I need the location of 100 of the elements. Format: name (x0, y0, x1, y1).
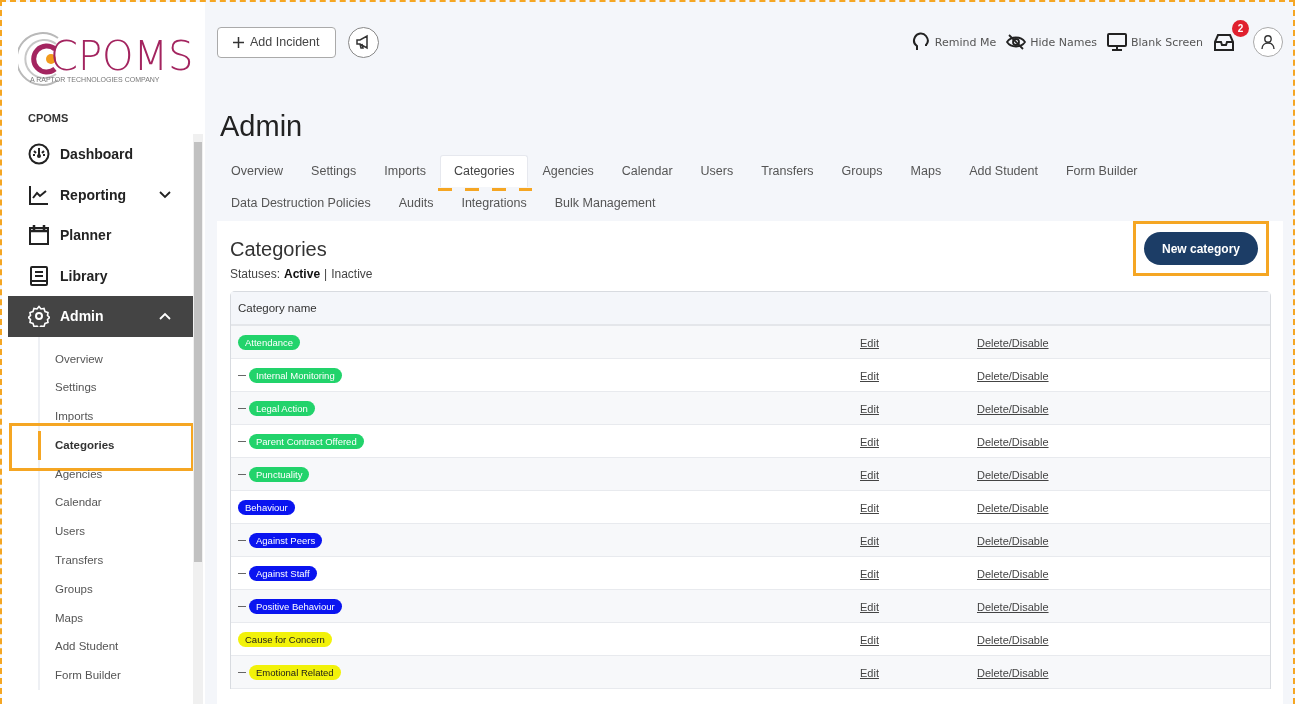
sub-nav-item[interactable]: Overview (40, 344, 193, 374)
indent-dash (238, 407, 246, 409)
sub-nav-item[interactable]: Transfers (40, 546, 193, 575)
tab[interactable]: Groups (827, 155, 897, 187)
delete-disable-link[interactable]: Delete/Disable (977, 436, 1049, 448)
category-tag: Against Staff (249, 565, 317, 581)
tab[interactable]: Categories (439, 155, 529, 187)
header-action[interactable]: Hide Names (1004, 33, 1099, 51)
tab[interactable]: Bulk Management (540, 187, 670, 219)
megaphone-icon (355, 34, 371, 50)
category-tag: Emotional Related (249, 664, 341, 680)
delete-disable-link[interactable]: Delete/Disable (977, 634, 1049, 646)
user-avatar-button[interactable] (1253, 27, 1283, 57)
tab[interactable]: Add Student (955, 155, 1052, 187)
header-action[interactable]: Remind Me (908, 32, 999, 52)
tab[interactable]: Audits (384, 187, 448, 219)
header-action[interactable]: Blank Screen (1105, 33, 1205, 51)
edit-link[interactable]: Edit (860, 436, 879, 448)
tab[interactable]: Form Builder (1051, 155, 1152, 187)
delete-disable-link[interactable]: Delete/Disable (977, 568, 1049, 580)
tab[interactable]: Users (686, 155, 748, 187)
edit-link[interactable]: Edit (860, 337, 879, 349)
nav-item[interactable]: Library (8, 255, 193, 296)
page-title: Admin (220, 110, 304, 143)
indent-dash (238, 473, 246, 475)
monitor-icon (1107, 33, 1127, 51)
category-tag: Parent Contract Offered (249, 433, 364, 449)
edit-link[interactable]: Edit (860, 469, 879, 481)
gear-icon (28, 305, 50, 328)
edit-link[interactable]: Edit (860, 502, 879, 514)
new-category-button[interactable]: New category (1143, 232, 1258, 265)
delete-disable-link[interactable]: Delete/Disable (977, 403, 1049, 415)
tab[interactable]: Maps (896, 155, 956, 187)
sub-nav-item[interactable]: Form Builder (40, 661, 193, 691)
head-icon (910, 32, 931, 52)
tab[interactable]: Settings (297, 155, 371, 187)
nav-item[interactable]: Planner (8, 215, 193, 256)
separator: | (324, 267, 328, 281)
megaphone-button[interactable] (347, 26, 379, 58)
category-tag: Positive Behaviour (249, 598, 342, 614)
category-tag: Legal Action (249, 400, 315, 416)
indent-dash (238, 605, 246, 607)
tab[interactable]: Imports (370, 155, 440, 187)
indent-dash (238, 539, 246, 541)
delete-disable-link[interactable]: Delete/Disable (977, 370, 1049, 382)
indent-dash (238, 374, 246, 376)
category-tag: Against Peers (249, 532, 323, 548)
gauge-icon (28, 143, 50, 166)
statuses-label: Statuses: (230, 267, 281, 281)
category-tag: Cause for Concern (238, 631, 332, 647)
category-tag: Punctuality (249, 466, 310, 482)
category-tag: Internal Monitoring (249, 367, 342, 383)
logo-name: CPOMS (50, 35, 194, 76)
sub-nav-item[interactable]: Imports (40, 402, 193, 431)
sub-nav-item[interactable]: Maps (40, 603, 193, 633)
indent-dash (238, 440, 246, 442)
tab[interactable]: Data Destruction Policies (217, 187, 385, 219)
tab[interactable]: Transfers (747, 155, 828, 187)
edit-link[interactable]: Edit (860, 370, 879, 382)
category-tag: Behaviour (238, 499, 295, 515)
status-filter[interactable]: Active (284, 267, 321, 281)
category-tag: Attendance (238, 334, 301, 350)
edit-link[interactable]: Edit (860, 634, 879, 646)
line-chart-icon (28, 183, 50, 206)
sub-nav-item[interactable]: Users (40, 517, 193, 547)
edit-link[interactable]: Edit (860, 667, 879, 679)
eye-off-icon (1006, 33, 1027, 51)
scrollbar[interactable] (193, 134, 203, 704)
tab[interactable]: Overview (217, 155, 298, 187)
delete-disable-link[interactable]: Delete/Disable (977, 601, 1049, 613)
sub-nav-item[interactable]: Groups (40, 574, 193, 604)
sub-nav-item[interactable]: Agencies (40, 459, 193, 489)
notification-badge: 2 (1232, 20, 1249, 37)
indent-dash (238, 671, 246, 673)
edit-link[interactable]: Edit (860, 403, 879, 415)
calendar-icon (28, 224, 50, 247)
tab[interactable]: Agencies (528, 155, 608, 187)
add-incident-button[interactable]: Add Incident (217, 26, 336, 58)
edit-link[interactable]: Edit (860, 601, 879, 613)
nav-item[interactable]: Admin (8, 296, 193, 337)
nav-item[interactable]: Reporting (8, 174, 193, 215)
sub-nav-item[interactable]: Add Student (40, 632, 193, 662)
edit-link[interactable]: Edit (860, 568, 879, 580)
nav-item[interactable]: Dashboard (8, 134, 193, 175)
tab[interactable]: Integrations (447, 187, 541, 219)
person-icon (1260, 34, 1276, 50)
tray-icon[interactable] (1213, 32, 1235, 52)
sub-nav-item[interactable]: Calendar (40, 488, 193, 518)
delete-disable-link[interactable]: Delete/Disable (977, 469, 1049, 481)
edit-link[interactable]: Edit (860, 535, 879, 547)
sub-nav-item[interactable]: Settings (40, 373, 193, 403)
delete-disable-link[interactable]: Delete/Disable (977, 667, 1049, 679)
delete-disable-link[interactable]: Delete/Disable (977, 502, 1049, 514)
tab[interactable]: Calendar (607, 155, 687, 187)
delete-disable-link[interactable]: Delete/Disable (977, 337, 1049, 349)
plus-icon (233, 36, 244, 48)
delete-disable-link[interactable]: Delete/Disable (977, 535, 1049, 547)
indent-dash (238, 572, 246, 574)
status-filter[interactable]: Inactive (331, 267, 373, 281)
sidebar-heading: CPOMS (28, 112, 70, 126)
